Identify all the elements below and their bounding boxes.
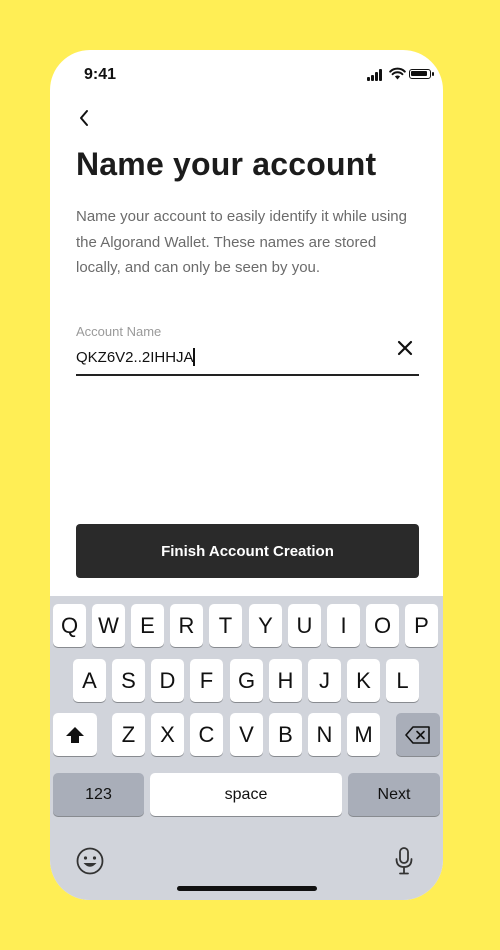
- account-name-label: Account Name: [76, 324, 162, 339]
- key-e[interactable]: E: [131, 604, 164, 647]
- backspace-icon: [405, 725, 430, 744]
- key-p[interactable]: P: [405, 604, 438, 647]
- back-button[interactable]: [72, 106, 96, 130]
- key-g[interactable]: G: [230, 659, 263, 702]
- key-x[interactable]: X: [151, 713, 184, 756]
- page-title: Name your account: [76, 146, 377, 182]
- key-n[interactable]: N: [308, 713, 341, 756]
- account-name-input[interactable]: [76, 344, 376, 370]
- key-d[interactable]: D: [151, 659, 184, 702]
- key-m[interactable]: M: [347, 713, 380, 756]
- key-c[interactable]: C: [190, 713, 223, 756]
- shift-key[interactable]: [53, 713, 97, 756]
- key-w[interactable]: W: [92, 604, 125, 647]
- key-s[interactable]: S: [112, 659, 145, 702]
- backspace-key[interactable]: [396, 713, 440, 756]
- key-f[interactable]: F: [190, 659, 223, 702]
- status-bar: 9:41: [50, 50, 443, 100]
- text-caret: [193, 348, 195, 366]
- wifi-icon: [389, 67, 406, 80]
- key-l[interactable]: L: [386, 659, 419, 702]
- phone-screen: 9:41 Name your account Name your account…: [50, 50, 443, 900]
- key-o[interactable]: O: [366, 604, 399, 647]
- key-v[interactable]: V: [230, 713, 263, 756]
- finish-account-creation-button[interactable]: Finish Account Creation: [76, 524, 419, 578]
- next-key[interactable]: Next: [348, 773, 440, 816]
- battery-icon: [409, 69, 431, 79]
- description-text: Name your account to easily identify it …: [76, 208, 407, 276]
- microphone-icon[interactable]: [394, 846, 414, 876]
- home-indicator[interactable]: [177, 886, 317, 891]
- key-i[interactable]: I: [327, 604, 360, 647]
- key-z[interactable]: Z: [112, 713, 145, 756]
- key-r[interactable]: R: [170, 604, 203, 647]
- numbers-key[interactable]: 123: [53, 773, 144, 816]
- key-a[interactable]: A: [73, 659, 106, 702]
- key-k[interactable]: K: [347, 659, 380, 702]
- battery-cap: [432, 72, 434, 76]
- key-t[interactable]: T: [209, 604, 242, 647]
- space-key[interactable]: space: [150, 773, 342, 816]
- key-y[interactable]: Y: [249, 604, 282, 647]
- clear-input-button[interactable]: [394, 337, 416, 359]
- shift-icon: [66, 726, 84, 743]
- key-h[interactable]: H: [269, 659, 302, 702]
- key-j[interactable]: J: [308, 659, 341, 702]
- input-underline: [76, 374, 419, 376]
- emoji-icon[interactable]: [76, 847, 104, 875]
- key-q[interactable]: Q: [53, 604, 86, 647]
- key-b[interactable]: B: [269, 713, 302, 756]
- keyboard: Q W E R T Y U I O P A S D F G H J K L Z …: [50, 596, 443, 900]
- key-u[interactable]: U: [288, 604, 321, 647]
- status-icons: [367, 67, 434, 81]
- status-time: 9:41: [84, 66, 117, 83]
